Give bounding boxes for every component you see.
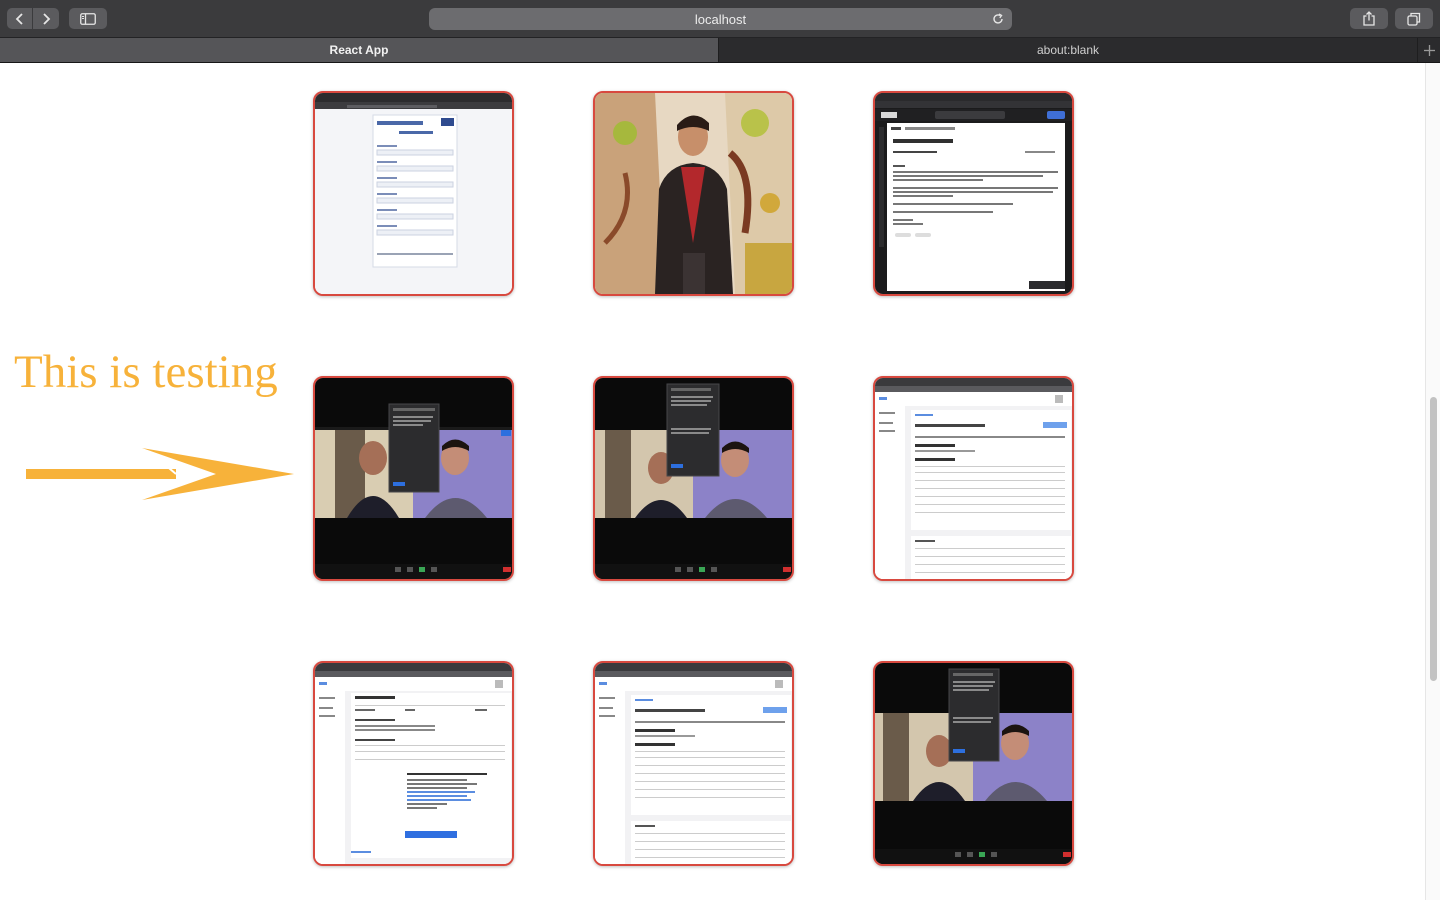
gallery-card-portrait[interactable]: [593, 91, 794, 296]
gallery-card-video-call-3[interactable]: [873, 661, 1074, 866]
tabs-overview-icon: [1407, 12, 1421, 26]
form-screenshot-thumbnail: [315, 93, 512, 294]
tab-overview-button[interactable]: [1395, 8, 1433, 29]
forward-button[interactable]: [33, 8, 59, 29]
share-icon: [1363, 11, 1375, 26]
web-table-screenshot-thumbnail: [595, 663, 792, 864]
email-screenshot-thumbnail: [875, 93, 1072, 294]
tab-label: about:blank: [1036, 43, 1100, 57]
plus-icon: [1423, 44, 1435, 56]
page-scrollbar[interactable]: [1425, 63, 1440, 900]
portrait-photo-thumbnail: [595, 93, 792, 294]
gallery-card-course-selection[interactable]: [313, 661, 514, 866]
video-call-screenshot-thumbnail: [595, 378, 792, 579]
annotation-text: This is testing: [14, 346, 278, 398]
tab-label: React App: [329, 43, 389, 57]
sidebar-toggle-button[interactable]: [69, 8, 107, 29]
gallery-card-web-table-1[interactable]: [873, 376, 1074, 581]
tab-react-app[interactable]: React App: [0, 38, 719, 62]
tab-about-blank[interactable]: about:blank: [719, 38, 1417, 62]
browser-toolbar: localhost: [0, 0, 1440, 38]
gallery-card-video-call-1[interactable]: [313, 376, 514, 581]
gallery-card-form[interactable]: [313, 91, 514, 296]
chevron-right-icon: [43, 12, 51, 25]
new-tab-button[interactable]: [1417, 38, 1440, 62]
gallery-card-web-table-2[interactable]: [593, 661, 794, 866]
tab-bar: React App about:blank: [0, 38, 1440, 63]
history-nav: [7, 8, 59, 29]
gallery-card-video-call-2[interactable]: [593, 376, 794, 581]
address-bar[interactable]: localhost: [429, 8, 1012, 30]
scrollbar-thumb[interactable]: [1430, 397, 1437, 681]
chevron-left-icon: [15, 12, 23, 25]
gallery-card-email[interactable]: [873, 91, 1074, 296]
share-button[interactable]: [1350, 8, 1388, 29]
arrow-right-icon: [26, 448, 294, 500]
course-selection-screenshot-thumbnail: [315, 663, 512, 864]
reload-button[interactable]: [990, 11, 1006, 27]
page-content: This is testing: [0, 63, 1440, 900]
reload-icon: [993, 13, 1003, 24]
video-call-screenshot-thumbnail: [875, 663, 1072, 864]
back-button[interactable]: [7, 8, 33, 29]
address-text: localhost: [694, 11, 747, 27]
sidebar-icon: [80, 12, 96, 25]
web-table-screenshot-thumbnail: [875, 378, 1072, 579]
video-call-screenshot-thumbnail: [315, 378, 512, 579]
